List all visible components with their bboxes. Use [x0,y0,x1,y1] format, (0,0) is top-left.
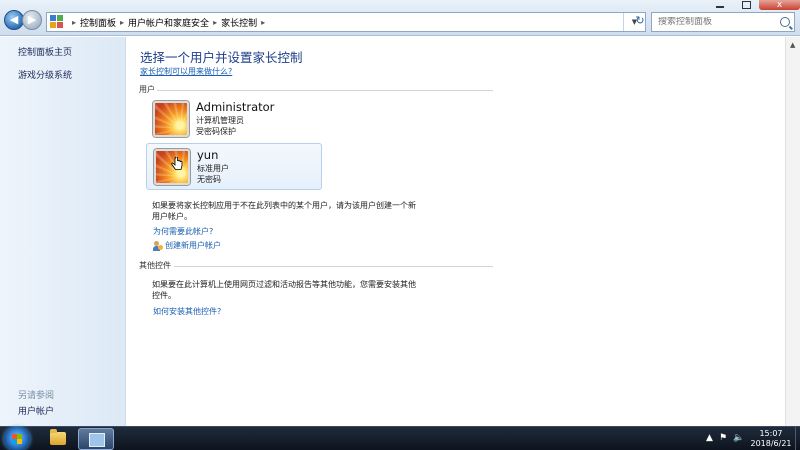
search-icon[interactable] [780,17,790,27]
refresh-icon: ↻ [635,14,645,27]
nav-user-accounts[interactable]: 用户帐户 [18,404,54,417]
close-icon: x [776,0,783,10]
start-button[interactable] [4,427,30,450]
apply-note: 如果要将家长控制应用于不在此列表中的某个用户，请为该用户创建一个新用户帐户。 [152,201,416,221]
hand-cursor-icon [171,157,183,170]
chevron-right-icon[interactable]: ▸ [213,18,217,27]
address-bar: ◀ ▶ ▸ 控制面板 ▸ 用户帐户和家庭安全 ▸ 家长控制 ▸ ▼ ↻ x [0,0,800,36]
taskbar: ▲ ⚑ 🔈 15:07 2018/6/21 [0,426,800,450]
clock-date: 2018/6/21 [750,439,792,448]
page-title: 选择一个用户并设置家长控制 [140,50,303,65]
nav-game-ratings[interactable]: 游戏分级系统 [18,68,72,81]
minimize-button[interactable] [707,0,733,10]
scroll-up-icon[interactable]: ▲ [790,41,795,49]
main-content: 选择一个用户并设置家长控制 家长控制可以用来做什么? 用户 Administra… [127,37,785,426]
avatar [153,101,189,137]
create-account-label: 创建新用户帐户 [165,241,221,250]
search-input[interactable] [658,17,776,27]
help-link[interactable]: 家长控制可以用来做什么? [140,66,232,77]
taskbar-control-panel-button[interactable] [78,428,114,450]
left-navigation: 控制面板主页 游戏分级系统 另请参阅 用户帐户 [0,37,126,426]
user-name: Administrator [196,100,275,114]
see-also-label: 另请参阅 [18,391,55,401]
back-arrow-icon: ◀ [9,13,19,26]
maximize-button[interactable] [733,0,759,10]
system-clock[interactable]: 15:07 2018/6/21 [748,429,794,449]
show-desktop-button[interactable] [795,427,800,450]
vertical-scrollbar[interactable]: ▲ [785,37,800,426]
users-section-label: 用户 [139,85,155,94]
user-name: yun [197,148,219,162]
breadcrumb-control-panel[interactable]: 控制面板 [80,16,116,29]
install-controls-link[interactable]: 如何安装其他控件? [153,306,221,317]
breadcrumb-parental-controls[interactable]: 家长控制 [221,16,257,29]
user-password-status: 无密码 [197,175,221,184]
other-controls-section-label: 其他控件 [139,261,171,270]
other-controls-note: 如果要在此计算机上使用网页过滤和活动报告等其他功能，您需要安装其他控件。 [152,280,416,300]
volume-icon[interactable]: 🔈 [733,433,744,443]
action-center-icon[interactable]: ⚑ [719,433,727,443]
show-hidden-icons-button[interactable]: ▲ [706,433,713,443]
chevron-right-icon[interactable]: ▸ [261,18,265,27]
search-box[interactable] [651,12,795,32]
user-tile-yun[interactable]: yun 标准用户 无密码 [146,143,322,190]
control-panel-icon [89,433,105,447]
forward-arrow-icon: ▶ [27,13,37,26]
forward-button[interactable]: ▶ [22,10,42,30]
refresh-button[interactable]: ↻ [633,14,647,28]
folder-icon [50,429,66,445]
user-role: 标准用户 [197,164,229,173]
why-account-link[interactable]: 为何需要此帐户? [153,226,213,237]
back-button[interactable]: ◀ [4,10,24,30]
divider [157,90,493,91]
nav-control-panel-home[interactable]: 控制面板主页 [18,45,72,58]
breadcrumb[interactable]: ▸ 控制面板 ▸ 用户帐户和家庭安全 ▸ 家长控制 ▸ ▼ [46,12,646,32]
chevron-right-icon[interactable]: ▸ [120,18,124,27]
user-role: 计算机管理员 [196,116,244,125]
breadcrumb-user-accounts-family-safety[interactable]: 用户帐户和家庭安全 [128,16,209,29]
user-password-status: 受密码保护 [196,127,236,136]
chevron-right-icon[interactable]: ▸ [72,18,76,27]
user-tile-administrator[interactable]: Administrator 计算机管理员 受密码保护 [146,96,322,143]
create-account-link[interactable]: 创建新用户帐户 [153,240,221,251]
control-panel-icon [50,15,64,29]
divider [174,266,493,267]
close-button[interactable]: x [759,0,800,10]
add-user-icon [153,240,163,251]
clock-time: 15:07 [759,429,783,438]
taskbar-explorer-button[interactable] [40,428,76,450]
